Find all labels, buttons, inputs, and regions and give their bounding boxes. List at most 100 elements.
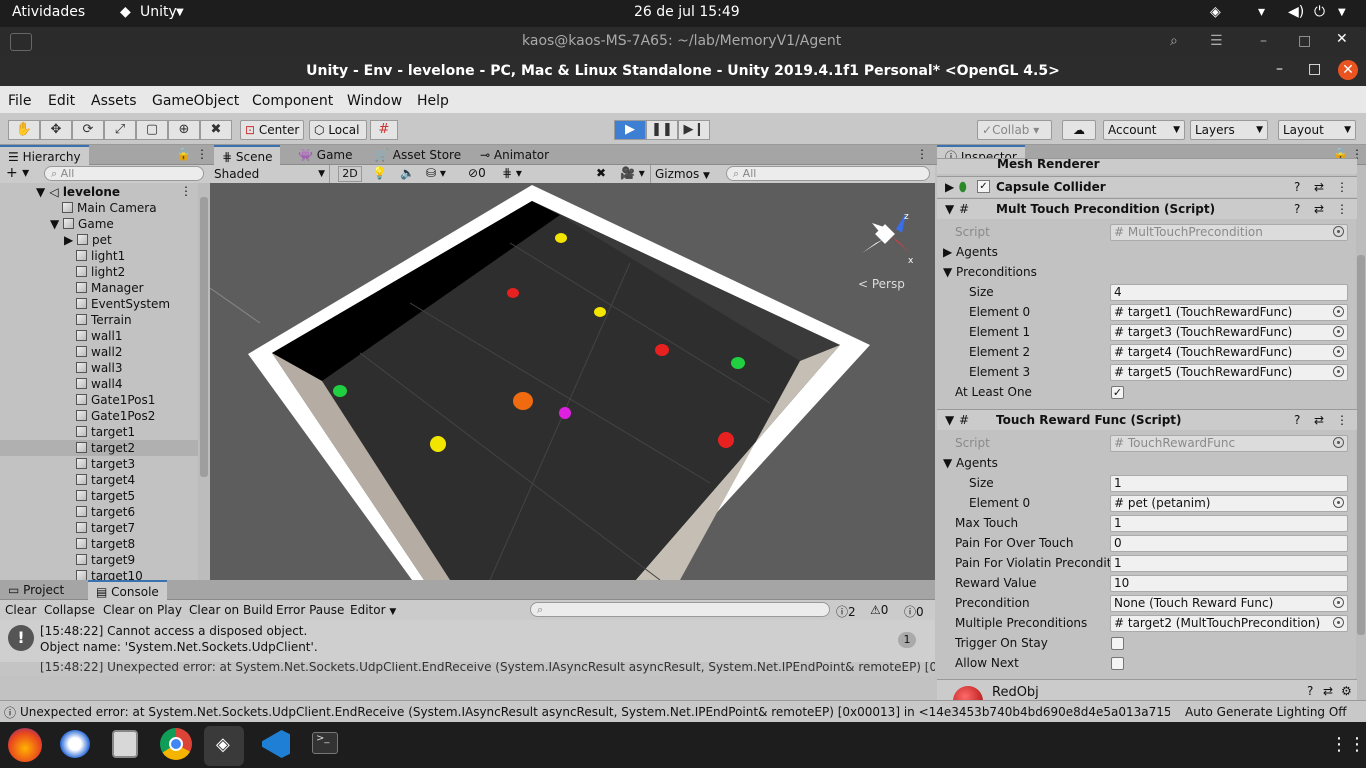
material-header[interactable]: RedObj ? ⇄ ⚙: [937, 679, 1357, 716]
shading-dropdown[interactable]: Shaded ▼: [210, 165, 330, 183]
hierarchy-item[interactable]: light1: [76, 248, 125, 264]
clock[interactable]: 26 de jul 15:49: [634, 4, 740, 20]
audio-icon[interactable]: 🔈: [400, 166, 415, 180]
effects-icon[interactable]: ⛁ ▾: [426, 166, 446, 180]
at-least-one-checkbox[interactable]: ✓: [1111, 386, 1124, 399]
wifi-icon[interactable]: ▾: [1258, 4, 1265, 20]
kebab-icon[interactable]: ⋮: [1336, 202, 1348, 216]
hierarchy-item[interactable]: Gate1Pos1: [76, 392, 155, 408]
collab-button[interactable]: ✓Collab ▾: [977, 120, 1052, 140]
grid-icon[interactable]: ⋕ ▾: [502, 166, 522, 180]
hierarchy-item[interactable]: target10: [76, 568, 143, 580]
hierarchy-item[interactable]: ▶ pet: [64, 232, 112, 248]
scene-viewport[interactable]: < Persp z x: [210, 183, 935, 580]
hierarchy-item[interactable]: target4: [76, 472, 135, 488]
reward-value-input[interactable]: 10: [1110, 575, 1348, 592]
component-mesh-renderer[interactable]: Mesh Renderer: [937, 158, 1357, 174]
target-green[interactable]: [333, 385, 347, 397]
hierarchy-item[interactable]: EventSystem: [76, 296, 170, 312]
app-menu[interactable]: Unity: [140, 4, 177, 20]
step-button[interactable]: ▶❙: [678, 120, 710, 140]
status-message[interactable]: Unexpected error: at System.Net.Sockets.…: [20, 705, 1170, 719]
object-picker-icon[interactable]: [1333, 617, 1344, 628]
search-icon[interactable]: ⌕: [1170, 33, 1178, 49]
error-count-button[interactable]: ⓘ0: [904, 603, 924, 620]
layout-dropdown[interactable]: Layout ▼: [1278, 120, 1356, 140]
menu-gameobject[interactable]: GameObject: [152, 93, 239, 109]
target-red[interactable]: [655, 344, 669, 356]
hierarchy-item[interactable]: Manager: [76, 280, 144, 296]
hierarchy-item[interactable]: target8: [76, 536, 135, 552]
tab-project[interactable]: ▭ Project: [0, 580, 72, 600]
tab-asset-store[interactable]: 🛒 Asset Store: [366, 145, 469, 165]
agents-foldout[interactable]: ▼ Agents: [943, 456, 1098, 470]
menu-window[interactable]: Window: [347, 93, 402, 109]
thunderbird-icon[interactable]: [60, 730, 90, 758]
tab-animator[interactable]: ⊸ Animator: [472, 145, 557, 165]
component-touch-reward-func[interactable]: ▼ # Touch Reward Func (Script) ? ⇄ ⋮: [937, 409, 1357, 430]
hierarchy-item[interactable]: Main Camera: [62, 200, 157, 216]
hamburger-icon[interactable]: ☰: [1210, 33, 1223, 49]
editor-dropdown[interactable]: Editor ▼: [350, 603, 396, 617]
cloud-icon[interactable]: ☁: [1062, 120, 1096, 140]
scale-tool-icon[interactable]: ⤢: [104, 120, 136, 140]
transform-tool-icon[interactable]: ⊕: [168, 120, 200, 140]
unity-dock-icon[interactable]: ◈: [204, 726, 244, 766]
hierarchy-item[interactable]: Terrain: [76, 312, 132, 328]
kebab-icon[interactable]: ⋮: [1336, 413, 1348, 427]
scene-search[interactable]: ⌕ All: [726, 166, 930, 181]
object-picker-icon[interactable]: [1333, 326, 1344, 337]
error-pause-button[interactable]: Error Pause: [276, 603, 344, 617]
agents-foldout[interactable]: ▶ Agents: [943, 245, 1098, 259]
object-picker-icon[interactable]: [1333, 346, 1344, 357]
menu-file[interactable]: File: [8, 93, 31, 109]
help-icon[interactable]: ?: [1294, 413, 1300, 427]
grid-snap-icon[interactable]: #: [370, 120, 398, 140]
help-icon[interactable]: ?: [1307, 684, 1313, 698]
persp-label[interactable]: < Persp: [858, 277, 905, 291]
files-icon[interactable]: [112, 730, 138, 758]
pause-button[interactable]: ❚❚: [646, 120, 678, 140]
pain-over-touch-input[interactable]: 0: [1110, 535, 1348, 552]
chrome-icon[interactable]: [160, 728, 192, 760]
hierarchy-item[interactable]: target1: [76, 424, 135, 440]
multiple-preconditions-field[interactable]: # target2 (MultTouchPrecondition): [1110, 615, 1348, 632]
element-field[interactable]: # target1 (TouchRewardFunc): [1110, 304, 1348, 321]
menu-help[interactable]: Help: [417, 93, 449, 109]
kebab-icon[interactable]: ⋮: [1336, 180, 1348, 194]
rotate-tool-icon[interactable]: ⟳: [72, 120, 104, 140]
terminal-icon[interactable]: >_: [312, 732, 338, 754]
hierarchy-item[interactable]: ▼ Game: [50, 216, 114, 232]
hierarchy-item[interactable]: wall1: [76, 328, 122, 344]
minimize-icon[interactable]: –: [1260, 33, 1267, 49]
help-icon[interactable]: ?: [1294, 202, 1300, 216]
object-picker-icon[interactable]: [1333, 597, 1344, 608]
hierarchy-scrollbar[interactable]: [198, 183, 210, 580]
menu-edit[interactable]: Edit: [48, 93, 75, 109]
rect-tool-icon[interactable]: ▢: [136, 120, 168, 140]
vscode-icon[interactable]: [262, 730, 290, 758]
pivot-local-button[interactable]: ⬡ Local: [309, 120, 367, 140]
object-picker-icon[interactable]: [1333, 497, 1344, 508]
object-picker-icon[interactable]: [1333, 366, 1344, 377]
element-field[interactable]: # target4 (TouchRewardFunc): [1110, 344, 1348, 361]
menu-assets[interactable]: Assets: [91, 93, 137, 109]
power-icon[interactable]: ⏻: [1314, 4, 1325, 20]
unity-tray-icon[interactable]: ◈: [1210, 4, 1221, 20]
gear-icon[interactable]: ⚙: [1341, 684, 1352, 698]
close-icon[interactable]: ✕: [1338, 60, 1358, 80]
lighting-status[interactable]: Auto Generate Lighting Off: [1185, 705, 1347, 719]
collapse-button[interactable]: Collapse: [44, 603, 95, 617]
object-picker-icon[interactable]: [1333, 306, 1344, 317]
target-yellow[interactable]: [594, 307, 606, 317]
tools-icon[interactable]: ✖: [596, 166, 606, 180]
component-capsule-collider[interactable]: ▶ ⬮ ✓ Capsule Collider ? ⇄ ⋮: [937, 176, 1357, 197]
scrollbar-thumb[interactable]: [200, 197, 208, 477]
element-field[interactable]: # pet (petanim): [1110, 495, 1348, 512]
warning-count-button[interactable]: ⚠0: [870, 603, 888, 617]
preset-icon[interactable]: ⇄: [1314, 413, 1324, 427]
lighting-icon[interactable]: 💡: [372, 166, 387, 180]
trigger-on-stay-checkbox[interactable]: [1111, 637, 1124, 650]
console-entry[interactable]: ! [15:48:22] Cannot access a disposed ob…: [0, 620, 935, 662]
pivot-center-button[interactable]: ⊡ Center: [240, 120, 304, 140]
